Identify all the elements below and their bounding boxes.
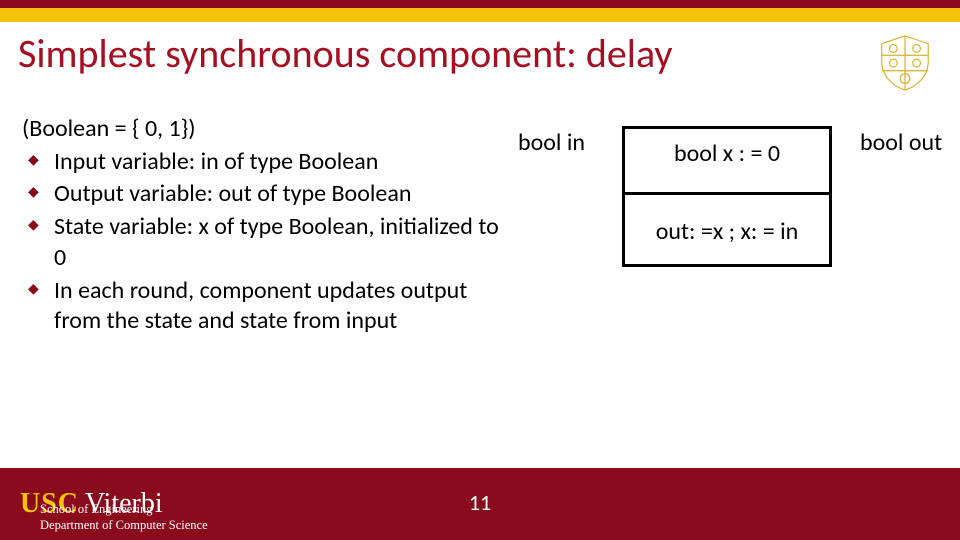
bullet-text: Input variable: in of type Boolean [54,147,378,176]
definition-text: (Boolean = { 0, 1}) [22,114,502,145]
bullet-text: State variable: x of type Boolean, initi… [54,212,499,272]
bullet-list: Input variable: in of type Boolean Outpu… [26,147,502,337]
page-number: 11 [469,489,491,516]
slide-title: Simplest synchronous component: delay [18,32,673,76]
bullet-text: In each round, component updates output … [54,276,467,336]
list-item: Input variable: in of type Boolean [26,147,502,178]
footer-bar: USC Viterbi School of Engineering Depart… [0,468,960,540]
title-row: Simplest synchronous component: delay [0,22,960,100]
usc-crest-icon [874,32,936,94]
list-item: In each round, component updates output … [26,276,502,337]
right-column: bool in bool out bool x : = 0 out: =x ; … [510,114,948,339]
diagram-input-label: bool in [518,128,585,157]
top-border-red [0,0,960,8]
content-area: (Boolean = { 0, 1}) Input variable: in o… [0,100,960,339]
component-box: bool x : = 0 out: =x ; x: = in [622,126,832,267]
bullet-text: Output variable: out of type Boolean [54,179,411,208]
list-item: Output variable: out of type Boolean [26,179,502,210]
diagram-output-label: bool out [860,128,942,157]
dept-line2: Department of Computer Science [40,518,208,534]
list-item: State variable: x of type Boolean, initi… [26,212,502,273]
dept-line1: School of Engineering [40,502,208,518]
box-update-text: out: =x ; x: = in [625,195,829,264]
left-column: (Boolean = { 0, 1}) Input variable: in o… [22,114,502,339]
slide: Simplest synchronous component: delay (B… [0,0,960,540]
box-state-text: bool x : = 0 [625,129,829,192]
top-border-yellow [0,8,960,22]
footer-department: School of Engineering Department of Comp… [40,502,208,533]
